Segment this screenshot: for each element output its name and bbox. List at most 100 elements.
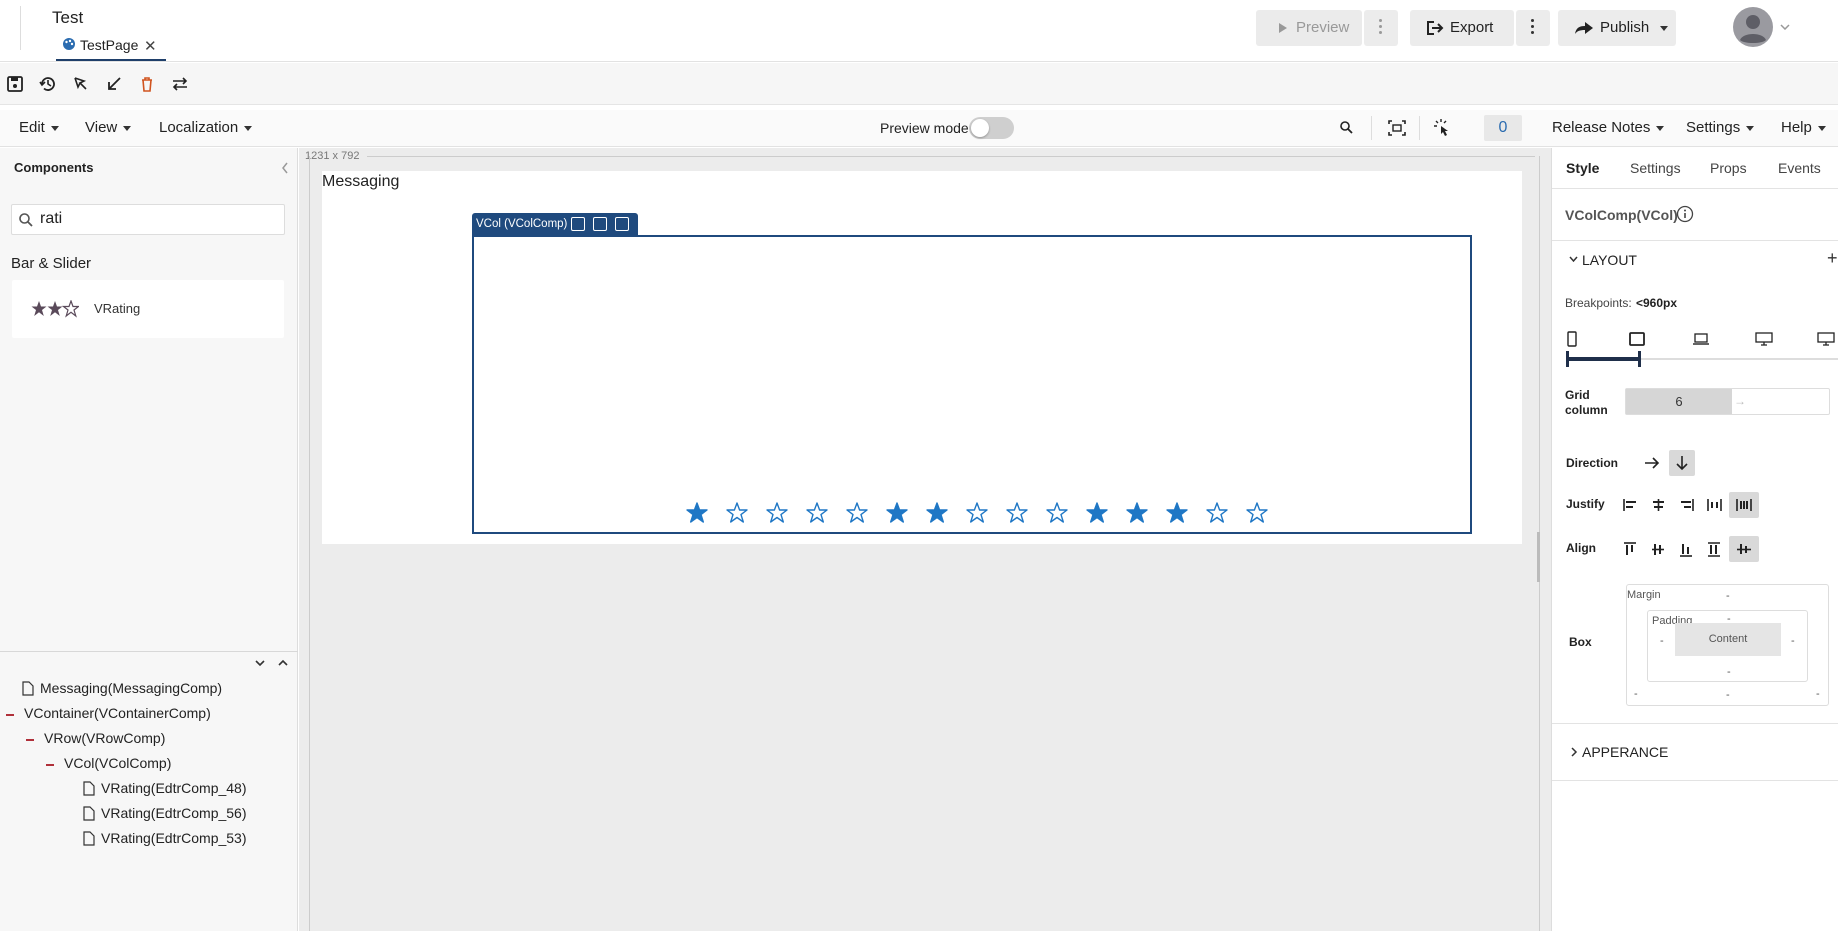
messaging-component[interactable]: Messaging [322, 173, 399, 191]
menu-help[interactable]: Help [1781, 119, 1826, 136]
chevron-up-icon[interactable] [278, 659, 288, 666]
move-icon[interactable] [593, 217, 607, 231]
fit-screen-icon[interactable] [1387, 119, 1407, 137]
resize-handle[interactable] [1537, 532, 1540, 582]
copy-icon[interactable] [571, 217, 585, 231]
preview-more-button[interactable] [1364, 10, 1398, 46]
add-icon[interactable]: + [1827, 248, 1838, 269]
star-filled-icon[interactable] [885, 501, 909, 525]
star-filled-icon[interactable] [925, 501, 949, 525]
align-end-button[interactable] [1673, 536, 1699, 562]
preview-button[interactable]: Preview [1256, 10, 1362, 46]
history-icon[interactable] [39, 75, 57, 93]
tree-item[interactable]: VRating(EdtrComp_53) [83, 830, 247, 846]
star-outline-icon[interactable] [845, 501, 869, 525]
select-arrow-icon[interactable] [72, 75, 90, 93]
tree-item[interactable]: VContainer(VContainerComp) [6, 705, 211, 721]
menu-settings[interactable]: Settings [1686, 119, 1755, 136]
layout-section-title[interactable]: LAYOUT [1582, 252, 1637, 268]
menu-view[interactable]: View [85, 119, 132, 136]
menu-edit[interactable]: Edit [19, 119, 59, 136]
phone-icon[interactable] [1566, 331, 1578, 347]
info-icon[interactable] [1676, 205, 1694, 223]
swap-icon[interactable] [171, 75, 189, 93]
preview-mode-toggle[interactable] [969, 117, 1014, 139]
justify-end-button[interactable] [1673, 492, 1699, 518]
component-search[interactable] [11, 204, 285, 235]
search-input[interactable] [40, 210, 270, 228]
tree-item[interactable]: VCol(VColComp) [46, 755, 171, 771]
margin-bottom-value[interactable]: - [1726, 689, 1730, 701]
star-filled-icon[interactable] [1165, 501, 1189, 525]
margin-top-value[interactable]: - [1726, 590, 1730, 602]
export-more-button[interactable] [1516, 10, 1550, 46]
chevron-down-icon[interactable] [1569, 256, 1578, 263]
publish-button[interactable]: Publish [1558, 10, 1676, 46]
star-outline-icon[interactable] [965, 501, 989, 525]
tablet-icon[interactable] [1629, 332, 1645, 346]
counter-badge: 0 [1484, 115, 1522, 141]
tab-events[interactable]: Events [1778, 160, 1821, 176]
grid-column-slider[interactable]: 6 → [1625, 388, 1830, 415]
star-filled-icon[interactable] [1085, 501, 1109, 525]
chevron-down-icon[interactable] [1780, 24, 1790, 30]
star-outline-icon[interactable] [1045, 501, 1069, 525]
export-button[interactable]: Export [1410, 10, 1514, 46]
rating-stars[interactable] [685, 501, 1275, 527]
close-icon[interactable]: ✕ [144, 37, 157, 55]
laptop-icon[interactable] [1692, 333, 1710, 345]
tab-props[interactable]: Props [1710, 160, 1747, 176]
touch-click-icon[interactable] [1434, 119, 1452, 137]
star-outline-icon[interactable] [1205, 501, 1229, 525]
save-icon[interactable] [6, 75, 24, 93]
padding-right-value[interactable]: - [1791, 635, 1795, 647]
design-canvas[interactable]: 1231 x 792 Messaging VCol (VColComp) [299, 148, 1551, 931]
align-baseline-button[interactable] [1729, 536, 1759, 562]
tree-item[interactable]: VRow(VRowComp) [26, 730, 165, 746]
tree-item[interactable]: Messaging(MessagingComp) [22, 680, 222, 696]
direction-row-button[interactable] [1639, 450, 1665, 476]
avatar[interactable] [1732, 6, 1774, 48]
tab-testpage[interactable]: TestPage ✕ [56, 34, 166, 61]
justify-center-button[interactable] [1645, 492, 1671, 518]
align-center-button[interactable] [1645, 536, 1671, 562]
direction-column-button[interactable] [1669, 450, 1695, 476]
star-outline-icon[interactable] [765, 501, 789, 525]
justify-space-around-button[interactable] [1729, 492, 1759, 518]
delete-icon[interactable] [138, 75, 156, 93]
star-outline-icon[interactable] [1005, 501, 1029, 525]
tree-item[interactable]: VRating(EdtrComp_56) [83, 805, 247, 821]
monitor-icon[interactable] [1817, 332, 1835, 346]
menu-release-notes[interactable]: Release Notes [1552, 119, 1665, 136]
align-stretch-button[interactable] [1701, 536, 1727, 562]
page-frame[interactable]: Messaging VCol (VColComp) [322, 171, 1522, 544]
breakpoint-range[interactable] [1566, 357, 1641, 361]
tree-item[interactable]: VRating(EdtrComp_48) [83, 780, 247, 796]
layout-icon[interactable] [615, 217, 629, 231]
vcol-container[interactable] [472, 235, 1472, 534]
component-vrating[interactable]: VRating [12, 280, 284, 338]
padding-bottom-value[interactable]: - [1727, 666, 1731, 678]
justify-space-between-button[interactable] [1701, 492, 1727, 518]
tab-settings[interactable]: Settings [1630, 160, 1681, 176]
chevron-down-icon[interactable] [255, 660, 265, 667]
search-icon[interactable] [1339, 120, 1354, 135]
star-outline-icon[interactable] [805, 501, 829, 525]
appearance-section-title[interactable]: APPERANCE [1582, 744, 1668, 760]
arrow-down-left-icon[interactable] [105, 75, 123, 93]
desktop-icon[interactable] [1755, 332, 1773, 346]
chevron-left-icon[interactable] [281, 162, 289, 174]
star-filled-icon[interactable] [1125, 501, 1149, 525]
breakpoint-handle[interactable] [1566, 351, 1569, 367]
selected-component-tag[interactable]: VCol (VColComp) [472, 213, 638, 237]
tab-style[interactable]: Style [1566, 160, 1599, 176]
star-outline-icon[interactable] [725, 501, 749, 525]
star-outline-icon[interactable] [1245, 501, 1269, 525]
breakpoint-handle[interactable] [1638, 351, 1641, 367]
menu-localization[interactable]: Localization [159, 119, 253, 136]
chevron-right-icon[interactable] [1571, 747, 1578, 757]
star-filled-icon[interactable] [685, 501, 709, 525]
align-start-button[interactable] [1617, 536, 1643, 562]
padding-left-value[interactable]: - [1660, 635, 1664, 647]
justify-start-button[interactable] [1617, 492, 1643, 518]
